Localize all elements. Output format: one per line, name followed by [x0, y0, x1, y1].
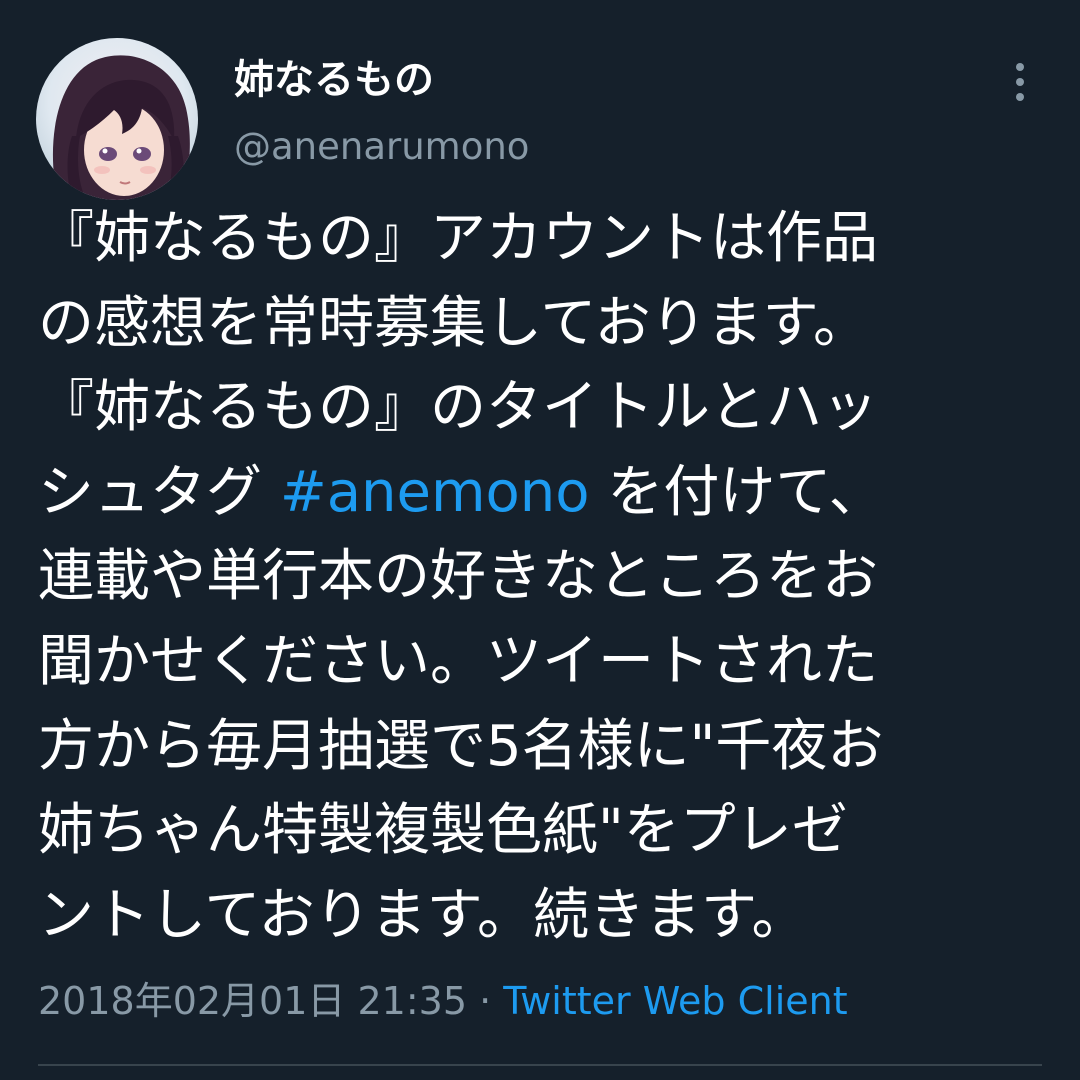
divider — [38, 1064, 1042, 1066]
more-vertical-icon[interactable] — [1000, 56, 1040, 108]
tweet-meta: 2018年02月01日 21:35 · Twitter Web Client — [38, 974, 848, 1028]
more-dot — [1016, 78, 1024, 86]
tweet-text: 『姉なるもの』アカウントは作品 の感想を常時募集しております。 『姉なるもの』の… — [38, 197, 1048, 958]
tweet-text-line: ントしております。続きます。 — [38, 874, 1048, 959]
tweet: 姉なるもの @anenarumono 『姉なるもの』アカウントは作品 の感想を常… — [0, 0, 1080, 1080]
more-dot — [1016, 93, 1024, 101]
tweet-text-line: 聞かせください。ツイートされた — [38, 620, 1048, 705]
tweet-text-line: 姉ちゃん特製複製色紙"をプレゼ — [38, 789, 1048, 874]
text-segment: ントしております。続きます。 — [38, 882, 808, 948]
avatar-image — [36, 38, 198, 200]
tweet-text-line: の感想を常時募集しております。 — [38, 282, 1048, 367]
user-handle[interactable]: @anenarumono — [234, 121, 529, 173]
text-segment: 方から毎月抽選で5名様に"千夜お — [38, 713, 884, 779]
more-dot — [1016, 63, 1024, 71]
tweet-timestamp[interactable]: 2018年02月01日 21:35 — [38, 979, 467, 1023]
tweet-text-line: 『姉なるもの』アカウントは作品 — [38, 197, 1048, 282]
text-segment: を付けて、 — [589, 459, 885, 525]
text-segment: 姉ちゃん特製複製色紙"をプレゼ — [38, 798, 848, 864]
text-segment: 『姉なるもの』のタイトルとハッ — [38, 375, 878, 441]
user-avatar-illustration[interactable] — [36, 38, 198, 200]
hashtag-link[interactable]: #anemono — [280, 460, 590, 525]
tweet-text-line: 『姉なるもの』のタイトルとハッ — [38, 366, 1048, 451]
display-name[interactable]: 姉なるもの — [234, 52, 434, 108]
text-segment: 『姉なるもの』アカウントは作品 — [38, 206, 878, 271]
tweet-text-line: 方から毎月抽選で5名様に"千夜お — [38, 705, 1048, 790]
text-segment: の感想を常時募集しております。 — [38, 290, 870, 356]
tweet-source-link[interactable]: Twitter Web Client — [503, 979, 847, 1023]
meta-separator: · — [467, 979, 504, 1023]
tweet-text-line: 連載や単行本の好きなところをお — [38, 535, 1048, 620]
text-segment: 聞かせください。ツイートされた — [38, 628, 878, 694]
text-segment: シュタグ — [38, 459, 280, 525]
text-segment: 連載や単行本の好きなところをお — [38, 544, 878, 610]
tweet-text-line: シュタグ #anemono を付けて、 — [38, 451, 1048, 536]
